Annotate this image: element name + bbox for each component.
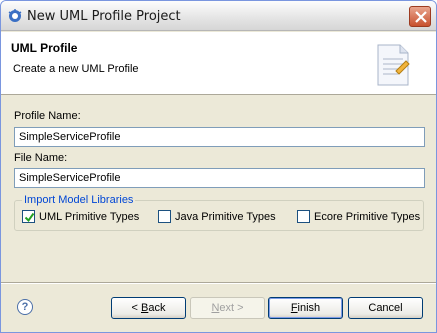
finish-label-suffix: inish xyxy=(297,302,321,314)
ecore-primitive-types-checkbox[interactable]: Ecore Primitive Types xyxy=(297,210,420,223)
file-name-label: File Name: xyxy=(14,152,68,164)
close-button[interactable] xyxy=(409,6,431,27)
close-icon xyxy=(415,11,427,23)
uml-primitive-types-label: UML Primitive Types xyxy=(39,210,140,223)
back-label-prefix: < xyxy=(131,302,141,314)
window-title: New UML Profile Project xyxy=(27,9,181,24)
title-bar[interactable]: New UML Profile Project xyxy=(1,1,436,31)
next-label-suffix: ext > xyxy=(219,302,244,314)
checkbox-unchecked-icon xyxy=(158,210,171,223)
document-wizard-icon xyxy=(377,44,410,86)
profile-name-label: Profile Name: xyxy=(14,110,81,122)
profile-name-input[interactable]: SimpleServiceProfile xyxy=(14,127,425,147)
banner-title: UML Profile xyxy=(11,41,78,55)
ecore-primitive-types-label: Ecore Primitive Types xyxy=(314,210,421,223)
uml-primitive-types-checkbox[interactable]: UML Primitive Types xyxy=(22,210,139,223)
help-icon[interactable]: ? xyxy=(17,299,33,315)
wizard-content: Profile Name: SimpleServiceProfile File … xyxy=(1,96,436,281)
finish-mnemonic: F xyxy=(290,302,298,314)
next-button[interactable]: Next > xyxy=(190,297,265,319)
file-name-input[interactable]: SimpleServiceProfile xyxy=(14,168,425,188)
cancel-button[interactable]: Cancel xyxy=(348,297,423,319)
checkbox-checked-icon xyxy=(22,210,35,223)
eclipse-app-icon xyxy=(8,9,22,22)
back-button[interactable]: < Back xyxy=(111,297,186,319)
import-libraries-legend: Import Model Libraries xyxy=(22,194,136,206)
back-label-suffix: ack xyxy=(148,302,166,314)
finish-button[interactable]: Finish xyxy=(268,297,343,319)
java-primitive-types-checkbox[interactable]: Java Primitive Types xyxy=(158,210,276,223)
wizard-banner: UML Profile Create a new UML Profile xyxy=(1,32,436,95)
checkbox-unchecked-icon xyxy=(297,210,310,223)
import-libraries-group: Import Model Libraries UML Primitive Typ… xyxy=(14,194,424,231)
wizard-window: New UML Profile Project UML Profile Crea… xyxy=(0,0,437,333)
java-primitive-types-label: Java Primitive Types xyxy=(175,210,276,223)
separator xyxy=(1,282,436,284)
banner-message: Create a new UML Profile xyxy=(13,63,139,75)
